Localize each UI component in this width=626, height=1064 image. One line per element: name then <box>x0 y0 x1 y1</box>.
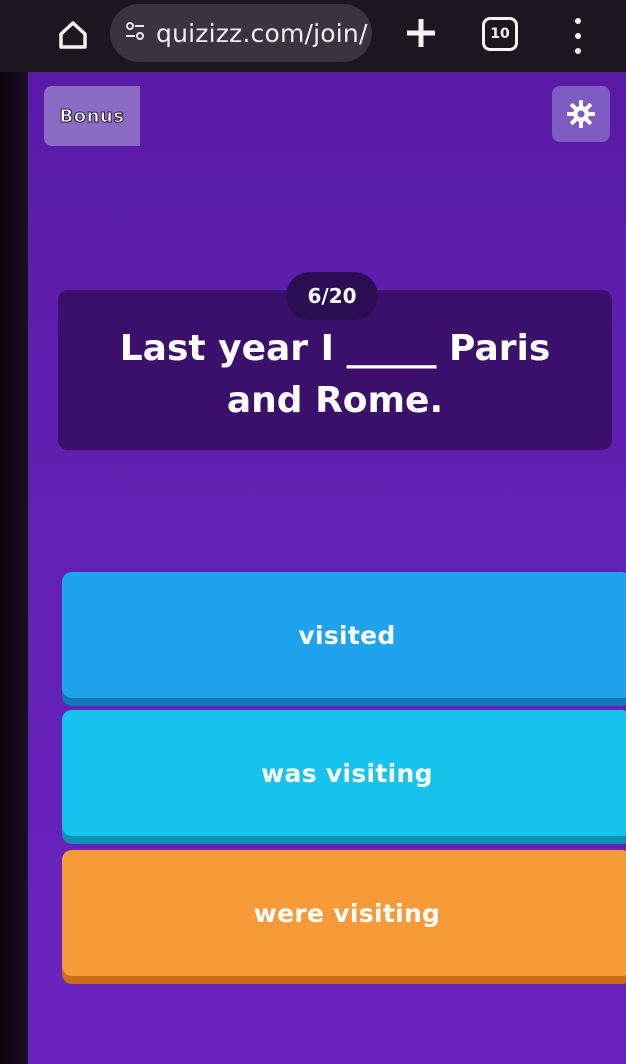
more-vert-icon[interactable] <box>568 14 588 58</box>
tabs-icon[interactable]: 10 <box>482 17 518 51</box>
answer-option-1[interactable]: visited <box>62 572 626 698</box>
tab-count: 10 <box>490 26 510 42</box>
home-icon[interactable] <box>56 18 90 52</box>
quiz-game-area: Bonus 6/20 Last year I _____ Paris and R… <box>28 72 626 1064</box>
answer-option-label: was visiting <box>261 758 433 788</box>
answer-option-2[interactable]: was visiting <box>62 710 626 836</box>
answer-option-3[interactable]: were visiting <box>62 850 626 976</box>
browser-toolbar: quizizz.com/join/ 10 <box>0 0 626 72</box>
gear-icon[interactable] <box>552 86 610 142</box>
address-bar[interactable]: quizizz.com/join/ <box>110 4 372 62</box>
tune-icon[interactable] <box>124 20 146 46</box>
question-text: Last year I _____ Paris and Rome. <box>119 327 551 421</box>
bonus-label: Bonus <box>59 105 125 127</box>
answer-option-label: were visiting <box>253 898 441 928</box>
question-counter: 6/20 <box>286 272 378 320</box>
plus-icon[interactable] <box>400 12 442 54</box>
device-edge <box>0 72 28 1064</box>
answer-option-label: visited <box>298 620 396 650</box>
bonus-badge: Bonus <box>44 86 140 146</box>
url-text[interactable]: quizizz.com/join/ <box>156 19 368 48</box>
